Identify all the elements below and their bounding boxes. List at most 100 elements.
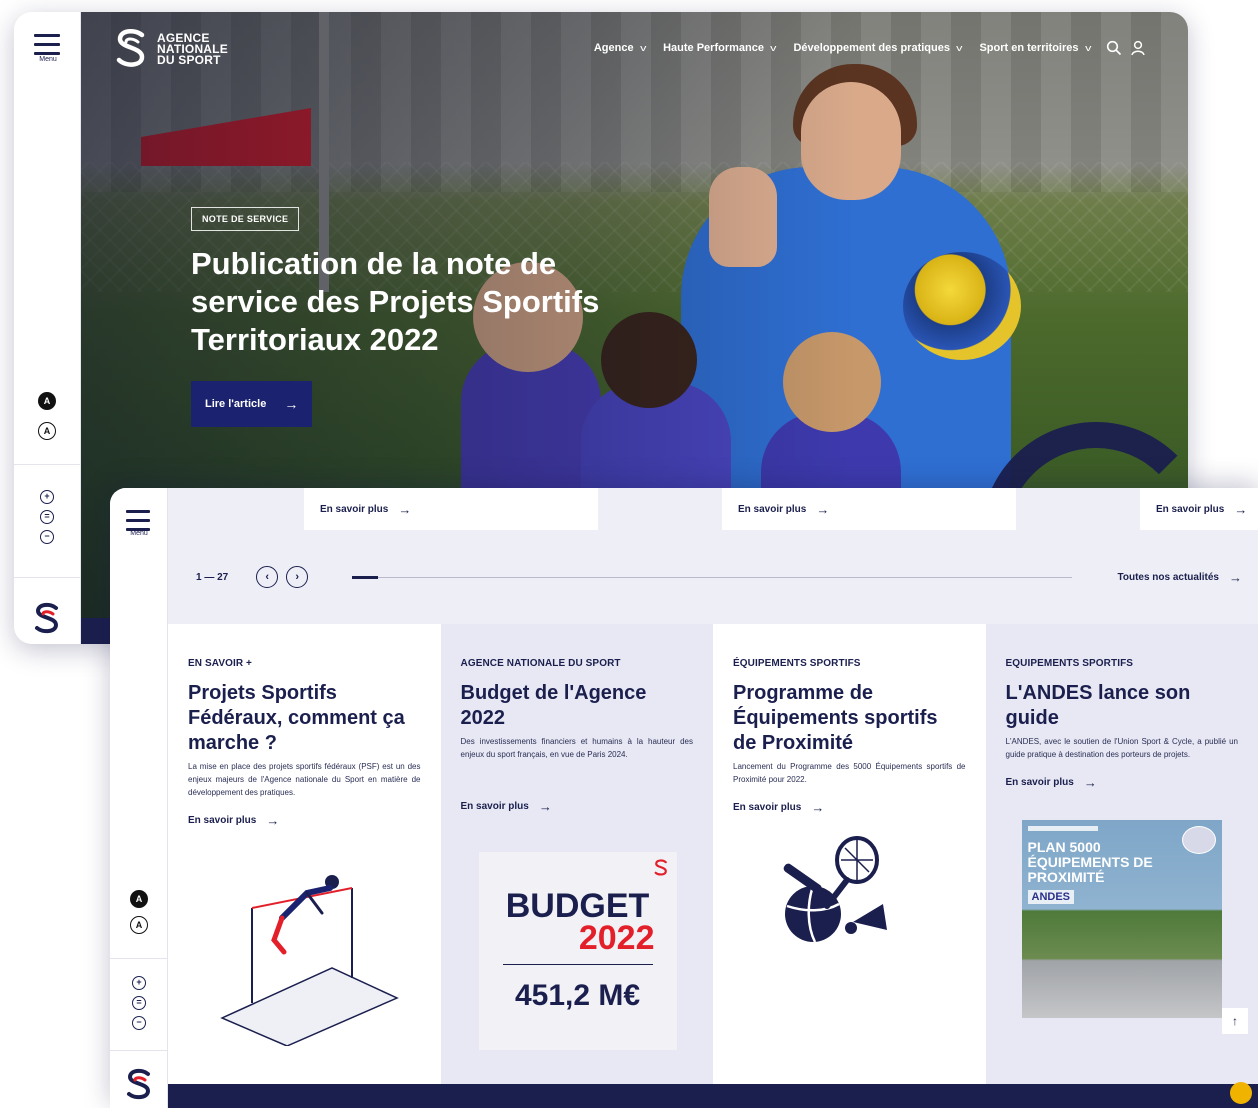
nav-item-haute-performance[interactable]: Haute Performance v [663, 42, 777, 54]
read-more-link[interactable]: En savoir plus → [461, 799, 694, 814]
read-more-link[interactable]: En savoir plus → [188, 813, 421, 828]
carousel-track[interactable] [352, 577, 1072, 578]
budget-year: 2022 [578, 919, 655, 957]
side-rail: Menu A A + = − [14, 12, 81, 644]
footer-band [168, 1084, 1258, 1108]
contrast-light-button[interactable]: A [130, 916, 148, 934]
arrow-right-icon: → [1083, 775, 1097, 790]
card-description: L'ANDES, avec le soutien de l'Union Spor… [1005, 737, 1239, 759]
page-range: 1 — 27 [196, 571, 229, 583]
more-label: En savoir plus [188, 815, 257, 826]
previous-card-link[interactable]: En savoir plus → [304, 488, 598, 530]
news-card[interactable]: EN SAVOIR + Projets Sportifs Fédéraux, c… [168, 624, 441, 1084]
budget-visual: BUDGET 2022 451,2 M€ [478, 852, 677, 1050]
news-card[interactable]: AGENCE NATIONALE DU SPORT Budget de l'Ag… [440, 624, 713, 1084]
arrow-right-icon: → [398, 501, 412, 517]
top-navigation: AGENCE NATIONALE DU SPORT Agence v Haute … [81, 12, 1188, 84]
cover-headline: PLAN 5000 ÉQUIPEMENTS DE PROXIMITÉ [1027, 839, 1153, 885]
budget-amount: 451,2 M€ [514, 979, 641, 1012]
card-title: Projets Sportifs Fédéraux, comment ça ma… [188, 682, 405, 754]
budget-divider [502, 964, 653, 965]
more-label: En savoir plus [320, 503, 389, 515]
contrast-dark-button[interactable]: A [130, 890, 148, 908]
brand-line: DU SPORT [157, 52, 221, 67]
ans-logo-icon [116, 29, 145, 67]
contrast-dark-button[interactable]: A [38, 392, 56, 410]
chat-widget-icon[interactable] [1230, 1082, 1252, 1104]
more-label: En savoir plus [733, 802, 802, 813]
brand-logo[interactable]: AGENCE NATIONALE DU SPORT [113, 28, 228, 70]
read-more-link[interactable]: En savoir plus → [733, 800, 966, 815]
arrow-right-icon: → [816, 501, 830, 517]
scroll-top-button[interactable]: ↑ [1222, 1008, 1248, 1034]
main-menu: Agence v Haute Performance v Développement… [576, 40, 1146, 56]
brand-name: AGENCE NATIONALE DU SPORT [157, 32, 228, 67]
andes-guide-cover: PLAN 5000 ÉQUIPEMENTS DE PROXIMITÉ ANDES [1021, 820, 1222, 1018]
zoom-in-button[interactable]: + [40, 490, 54, 504]
rail-divider [14, 464, 81, 465]
card-title: Programme de Équipements sportifs de Pro… [733, 682, 938, 754]
more-label: En savoir plus [460, 801, 529, 812]
side-rail: Menu A A + = − [110, 488, 168, 1108]
news-card[interactable]: EQUIPEMENTS SPORTIFS L'ANDES lance son g… [985, 624, 1258, 1084]
more-label: En savoir plus [738, 503, 807, 515]
card-category: ÉQUIPEMENTS SPORTIFS [733, 658, 861, 669]
zoom-in-button[interactable]: + [132, 976, 146, 990]
previous-arrow-icon[interactable]: ‹ [256, 566, 279, 588]
arrow-right-icon: → [811, 800, 825, 815]
chevron-down-icon: v [956, 43, 963, 53]
zoom-out-button[interactable]: − [132, 1016, 146, 1030]
read-article-label: Lire l'article [205, 398, 267, 410]
hero-title: Publication de la note de service des Pr… [191, 246, 600, 357]
card-category: AGENCE NATIONALE DU SPORT [460, 658, 621, 669]
ans-logo-icon[interactable] [32, 602, 62, 636]
hero-content: NOTE DE SERVICE Publication de la note d… [191, 207, 641, 427]
chevron-down-icon: v [1084, 43, 1091, 53]
read-more-link[interactable]: En savoir plus → [1006, 775, 1239, 790]
read-article-button[interactable]: Lire l'article → [191, 381, 313, 427]
carousel-progress [352, 576, 378, 579]
rail-divider [14, 577, 81, 578]
more-label: En savoir plus [1005, 777, 1074, 788]
nav-label: Sport en territoires [979, 42, 1079, 54]
nav-label: Haute Performance [663, 42, 764, 54]
high-jump-illustration [220, 875, 399, 1046]
arrow-right-icon: → [284, 396, 299, 412]
andes-logo: ANDES [1027, 890, 1075, 904]
all-news-label: Toutes nos actualités [1117, 572, 1219, 583]
ans-logo-icon [654, 859, 667, 876]
rail-divider [110, 958, 168, 959]
menu-label: Menu [130, 530, 148, 537]
chevron-down-icon: v [770, 43, 777, 53]
previous-card-link[interactable]: En savoir plus → [1140, 488, 1258, 530]
card-description: Lancement du Programme des 5000 Équipeme… [733, 762, 966, 784]
chevron-down-icon: v [639, 43, 646, 53]
user-icon[interactable] [1130, 40, 1146, 56]
nav-label: Développement des pratiques [793, 42, 950, 54]
search-icon[interactable] [1106, 40, 1122, 56]
news-card[interactable]: ÉQUIPEMENTS SPORTIFS Programme de Équipe… [713, 624, 986, 1084]
sports-equipment-icon [783, 836, 887, 943]
budget-word: BUDGET [505, 887, 650, 925]
nav-item-agence[interactable]: Agence v [593, 42, 646, 54]
previous-card-link[interactable]: En savoir plus → [722, 488, 1016, 530]
cover-strip [1027, 826, 1098, 831]
next-arrow-icon[interactable]: › [286, 566, 309, 588]
nav-item-sport-territoires[interactable]: Sport en territoires v [979, 42, 1090, 54]
arrow-right-icon: → [1229, 570, 1242, 585]
card-title: L'ANDES lance son guide [1005, 682, 1191, 729]
rail-divider [110, 1050, 168, 1051]
contrast-light-button[interactable]: A [38, 422, 56, 440]
nav-item-developpement[interactable]: Développement des pratiques v [793, 42, 963, 54]
zoom-out-button[interactable]: − [40, 530, 54, 544]
card-category: EQUIPEMENTS SPORTIFS [1005, 658, 1134, 669]
news-cards: EN SAVOIR + Projets Sportifs Fédéraux, c… [168, 624, 1258, 1084]
carousel-pager: 1 — 27 ‹ › [196, 566, 309, 588]
zoom-reset-button[interactable]: = [132, 996, 146, 1010]
nav-label: Agence [593, 42, 634, 54]
zoom-reset-button[interactable]: = [40, 510, 54, 524]
more-label: En savoir plus [1156, 503, 1225, 515]
card-description: La mise en place des projets sportifs fé… [188, 762, 421, 797]
ans-logo-icon[interactable] [124, 1068, 154, 1102]
all-news-link[interactable]: Toutes nos actualités → [1117, 570, 1242, 585]
